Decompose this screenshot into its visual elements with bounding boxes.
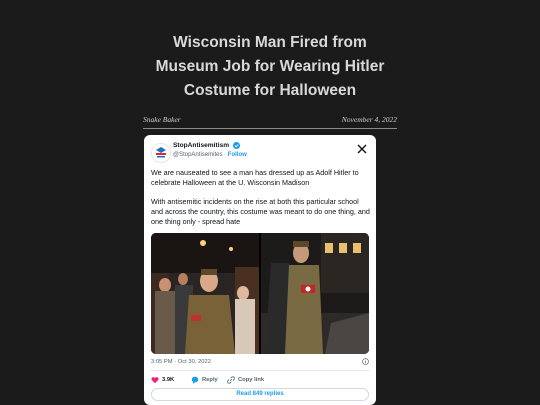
tweet-header: StopAntisemitism @StopAntisemites · Foll…	[151, 141, 369, 163]
follow-button[interactable]: Follow	[228, 152, 247, 158]
copy-link-label: Copy link	[238, 377, 265, 383]
tweet-divider	[151, 370, 369, 371]
speech-bubble-icon	[191, 376, 199, 384]
embedded-tweet[interactable]: StopAntisemitism @StopAntisemites · Foll…	[144, 135, 376, 405]
like-count: 3.9K	[162, 377, 175, 383]
tweet-meta: 3:05 PM · Oct 30, 2022	[151, 358, 369, 365]
reply-button[interactable]: Reply	[191, 376, 218, 384]
tweet-text: We are nauseated to see a man has dresse…	[151, 168, 371, 237]
account-handle[interactable]: @StopAntisemites	[173, 152, 222, 158]
avatar[interactable]	[151, 143, 171, 163]
separator-dot: ·	[224, 152, 227, 158]
tweet-paragraph: We are nauseated to see a man has dresse…	[151, 168, 359, 187]
copy-link-button[interactable]: Copy link	[227, 376, 264, 384]
tweet-actions: 3.9K Reply Copy link	[151, 376, 369, 386]
tweet-paragraph: With antisemitic incidents on the rise a…	[151, 197, 370, 226]
info-icon[interactable]	[362, 358, 369, 365]
like-button[interactable]: 3.9K	[151, 376, 174, 384]
reply-label: Reply	[202, 377, 218, 383]
byline-divider	[143, 128, 397, 129]
author-name[interactable]: Snake Baker	[143, 115, 181, 124]
read-replies-button[interactable]: Read 849 replies	[151, 388, 369, 401]
tweet-photo-left[interactable]	[151, 233, 259, 354]
headline-line: Wisconsin Man Fired from	[173, 34, 367, 51]
headline-line: Costume for Halloween	[183, 82, 357, 99]
verified-badge-icon	[233, 142, 240, 149]
byline: Snake Baker November 4, 2022	[143, 115, 397, 124]
account-name[interactable]: StopAntisemitism	[173, 142, 229, 149]
x-logo-icon[interactable]	[357, 144, 367, 154]
article-headline: Wisconsin Man Fired from Museum Job for …	[140, 31, 400, 103]
tweet-photo-right[interactable]	[261, 233, 369, 354]
publish-date: November 4, 2022	[341, 115, 397, 124]
link-icon	[227, 376, 235, 384]
heart-icon	[151, 377, 159, 384]
tweet-media[interactable]	[151, 233, 369, 354]
handle-row: @StopAntisemites · Follow	[173, 152, 247, 158]
tweet-timestamp[interactable]: 3:05 PM · Oct 30, 2022	[151, 359, 211, 365]
headline-line: Museum Job for Wearing Hitler	[155, 58, 385, 75]
